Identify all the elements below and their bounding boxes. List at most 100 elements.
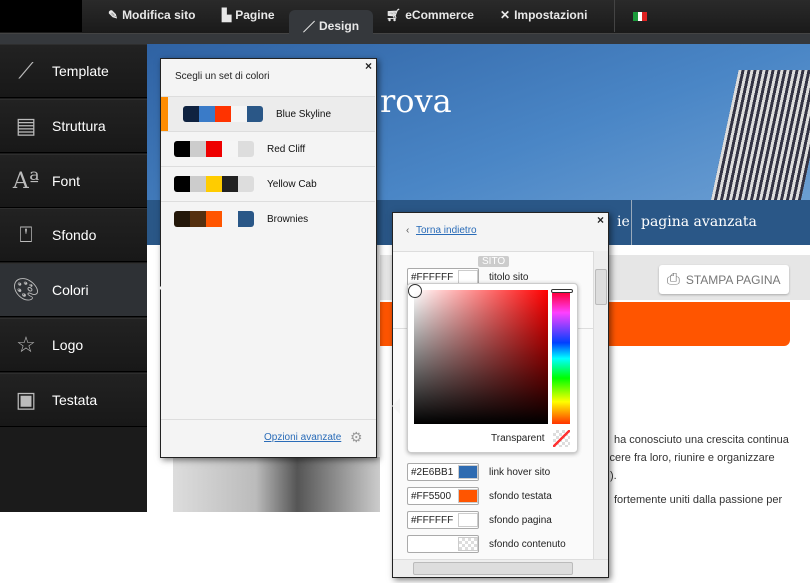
gear-icon[interactable]: ⚙ [350,429,363,446]
tab-ecommerce[interactable]: 🛒︎ eCommerce [386,8,474,22]
design-sidebar: ⟋ Template ▤ Struttura Aª Font ⍞ Sfondo 🎨︎ Co… [0,44,147,512]
color-swatch [206,211,222,227]
color-swatch-button[interactable] [458,270,478,284]
color-swatch [222,211,238,227]
body-text: ha conosciuto una crescita continua [614,434,789,446]
back-link[interactable]: Torna indietro [416,225,477,236]
tab-design[interactable]: ／ Design [289,10,374,36]
sidebar-item-colori[interactable]: 🎨︎ Colori [0,263,147,317]
tab-impostazioni[interactable]: ✕ Impostazioni [500,8,587,22]
color-row-label: sfondo testata [489,490,552,502]
color-swatch [190,211,206,227]
color-swatches [174,211,254,227]
color-swatch [190,176,206,192]
color-set-yellow-cab[interactable]: Yellow Cab [161,166,375,201]
sidebar-item-logo[interactable]: ☆ Logo [0,318,147,372]
sidebar-item-sfondo[interactable]: ⍞ Sfondo [0,208,147,262]
color-row-label: sfondo pagina [489,514,552,526]
logo-area [0,0,82,32]
color-set-name: Yellow Cab [267,178,317,190]
hue-handle[interactable] [551,289,573,293]
hex-value: #2E6BB1 [411,466,454,478]
color-swatch [174,211,190,227]
scroll-thumb[interactable] [595,269,607,305]
tab-modifica-sito[interactable]: ✎ Modifica sito [108,8,195,22]
color-row: #FFFFFF sfondo pagina [407,511,552,529]
color-swatch [206,141,222,157]
color-swatches [183,106,263,122]
color-swatch [190,141,206,157]
color-row-label: sfondo contenuto [489,538,566,550]
color-swatch-button[interactable] [458,513,478,527]
tools-icon: ✕ [500,8,511,22]
color-set-name: Brownies [267,213,309,225]
close-icon[interactable]: × [365,59,372,73]
color-swatch [238,176,254,192]
hex-input[interactable]: #FFFFFF [407,511,479,529]
advanced-options-link[interactable]: Opzioni avanzate [264,432,341,443]
color-set-brownies[interactable]: Brownies [161,201,375,236]
color-swatch [222,176,238,192]
hex-value: #FF5500 [411,490,452,502]
menu-strip [0,34,810,44]
nav-item[interactable]: ie [617,214,630,230]
hue-slider[interactable] [552,293,570,424]
color-swatch [183,106,199,122]
color-swatch-button[interactable] [458,489,478,503]
star-icon: ☆ [16,332,36,357]
color-set-blue-skyline[interactable]: Blue Skyline [161,96,375,132]
brush-icon: ⟋ [18,58,34,83]
color-swatch [238,141,254,157]
color-picker-handle[interactable] [408,284,422,298]
chevron-left-icon: ‹ [406,225,410,236]
saturation-value-area[interactable] [414,290,548,424]
sidebar-item-struttura[interactable]: ▤ Struttura [0,99,147,153]
color-row-label: titolo sito [489,271,529,283]
body-text: fortemente uniti dalla passione per [614,494,783,506]
sidebar-item-font[interactable]: Aª Font [0,154,147,208]
color-swatch-button[interactable] [458,465,478,479]
pages-icon: ▙ [222,8,232,22]
print-page-button[interactable]: ⎙ STAMPA PAGINA [659,265,789,294]
color-row: #FF5500 sfondo testata [407,487,552,505]
site-title: rova [380,82,452,120]
hex-input[interactable] [407,535,479,553]
color-row-label: link hover sito [489,466,551,478]
vertical-scrollbar[interactable] [593,251,608,563]
background-icon: ⍞ [19,222,33,247]
hex-input[interactable]: #FF5500 [407,487,479,505]
pencil-icon: ✎ [108,8,119,22]
panel-pointer [151,280,167,296]
body-text: ). [610,470,617,482]
horizontal-scrollbar[interactable] [393,559,608,577]
color-swatch [247,106,263,122]
panel-pointer [384,398,400,414]
color-set-red-cliff[interactable]: Red Cliff [161,131,375,166]
color-swatch [199,106,215,122]
hex-value: #FFFFFF [411,514,454,526]
sidebar-item-testata[interactable]: ▣ Testata [0,373,147,427]
color-set-panel: × Scegli un set di colori Blue Skyline Re… [160,58,377,458]
transparent-swatch[interactable] [553,430,570,447]
italian-flag-icon[interactable] [633,12,648,21]
tab-pagine[interactable]: ▙ Pagine [222,8,275,22]
selected-indicator [161,97,168,132]
hex-value: #FFFFFF [411,271,454,283]
color-swatch [206,176,222,192]
body-text: scere fra loro, riunire e organizzare [604,452,775,464]
palette-icon: 🎨︎ [12,277,40,302]
nav-item-pagina-avanzata[interactable]: pagina avanzata [641,214,757,230]
color-set-name: Blue Skyline [276,108,332,120]
close-icon[interactable]: × [597,213,604,227]
panel-title: Scegli un set di colori [175,71,270,82]
color-swatch [174,176,190,192]
color-set-name: Red Cliff [267,143,306,155]
color-swatch [215,106,231,122]
color-swatch [174,141,190,157]
color-swatch-button[interactable] [458,537,478,551]
color-swatch [222,141,238,157]
hex-input[interactable]: #2E6BB1 [407,463,479,481]
color-row: sfondo contenuto [407,535,566,553]
sidebar-item-template[interactable]: ⟋ Template [0,44,147,98]
scroll-thumb[interactable] [413,562,573,575]
